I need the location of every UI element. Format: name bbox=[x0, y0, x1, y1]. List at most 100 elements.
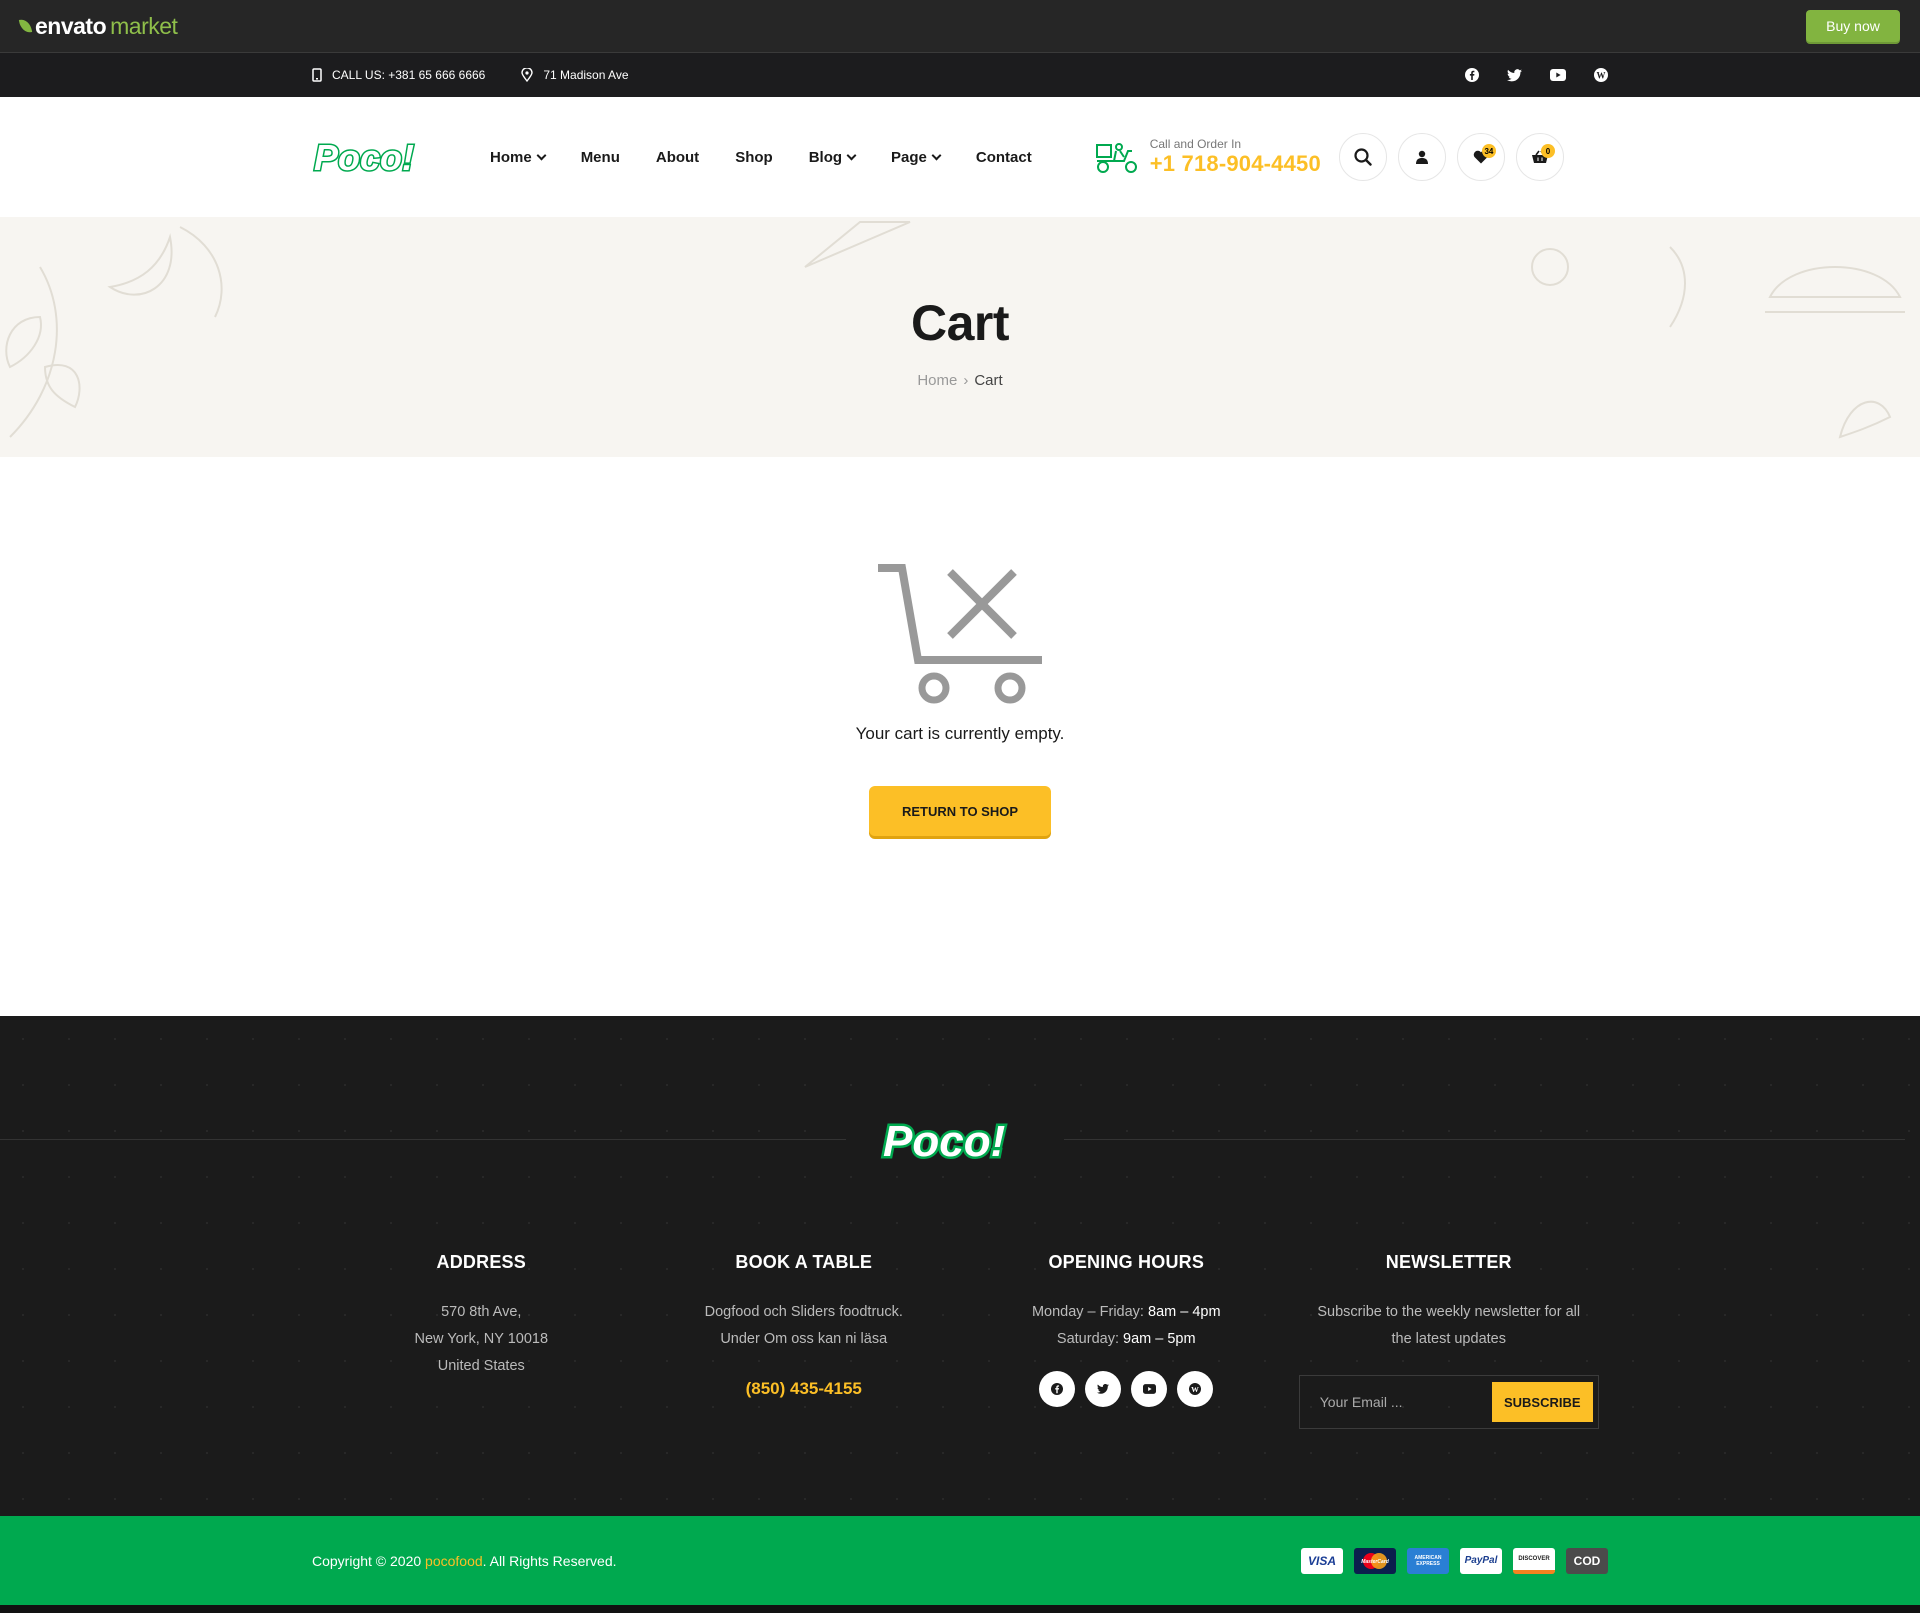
copyright-brand-link[interactable]: pocofood bbox=[425, 1553, 483, 1569]
user-icon bbox=[1415, 150, 1428, 164]
envato-logo[interactable]: envato market bbox=[18, 12, 178, 40]
copyright-suffix: . All Rights Reserved. bbox=[482, 1552, 617, 1569]
address-line: New York, NY 10018 bbox=[414, 1331, 549, 1347]
saturday-time: 9am – 5pm bbox=[1123, 1331, 1196, 1347]
newsletter-text: the latest updates bbox=[1391, 1331, 1506, 1347]
mastercard-icon: MasterCard bbox=[1354, 1547, 1396, 1574]
chevron-down-icon bbox=[931, 150, 942, 160]
discover-icon: DISCOVER bbox=[1513, 1547, 1555, 1574]
hours-heading: OPENING HOURS bbox=[1048, 1252, 1205, 1272]
page-title-band: Cart Home › Cart bbox=[0, 217, 1920, 457]
phone-icon bbox=[312, 68, 322, 82]
paypal-icon: PayPal bbox=[1460, 1547, 1502, 1574]
buy-now-button[interactable]: Buy now bbox=[1806, 10, 1900, 42]
nav-item-about[interactable]: About bbox=[656, 149, 699, 166]
svg-text:MasterCard: MasterCard bbox=[1361, 1559, 1389, 1565]
breadcrumb-current: Cart bbox=[974, 371, 1003, 389]
footer: Poco! ADDRESS 570 8th Ave, New York, NY … bbox=[0, 1016, 1920, 1516]
footer-hours-column: OPENING HOURS Monday – Friday: 8am – 4pm… bbox=[965, 1252, 1288, 1429]
saturday-hours: Saturday: 9am – 5pm bbox=[965, 1326, 1288, 1353]
nav-item-label: Contact bbox=[975, 148, 1032, 166]
subscribe-button[interactable]: SUBSCRIBE bbox=[1491, 1382, 1593, 1422]
envato-bar: envato market Buy now bbox=[0, 0, 1920, 53]
nav-item-label: Blog bbox=[808, 148, 843, 166]
leaf-decoration-icon bbox=[5, 266, 81, 438]
chili-decoration-icon bbox=[107, 226, 223, 318]
topbar-address: 71 Madison Ave bbox=[521, 68, 629, 82]
footer-facebook-icon[interactable] bbox=[1039, 1371, 1076, 1407]
nav-item-contact[interactable]: Contact bbox=[976, 149, 1032, 166]
empty-cart-message: Your cart is currently empty. bbox=[855, 724, 1065, 743]
breadcrumb-separator-icon: › bbox=[963, 371, 969, 389]
youtube-icon[interactable] bbox=[1550, 69, 1566, 81]
newsletter-text: Subscribe to the weekly newsletter for a… bbox=[1317, 1304, 1581, 1320]
newsletter-form: SUBSCRIBE bbox=[1298, 1375, 1599, 1429]
address-line: 570 8th Ave, bbox=[441, 1304, 522, 1320]
nav-item-label: Menu bbox=[580, 148, 620, 166]
amex-icon: AMERICAN EXPRESS bbox=[1407, 1547, 1449, 1574]
nav-item-page[interactable]: Page bbox=[891, 149, 942, 166]
map-pin-icon bbox=[521, 68, 534, 82]
nav-item-shop[interactable]: Shop bbox=[735, 149, 773, 166]
bottom-strip bbox=[0, 1605, 1920, 1613]
envato-leaf-icon bbox=[18, 18, 33, 34]
svg-text:W: W bbox=[1191, 1385, 1199, 1394]
breadcrumb-home-link[interactable]: Home bbox=[917, 372, 957, 389]
pizza-decoration-icon bbox=[804, 221, 911, 268]
breadcrumb: Home › Cart bbox=[917, 372, 1002, 389]
envato-logo-sub: market bbox=[110, 12, 178, 39]
cart-content: Your cart is currently empty. RETURN TO … bbox=[0, 457, 1920, 1016]
svg-text:Poco!: Poco! bbox=[883, 1117, 1005, 1166]
main-nav: Home Menu About Shop Blog Page Contact bbox=[490, 149, 1032, 166]
book-text: Dogfood och Sliders foodtruck. bbox=[704, 1304, 903, 1320]
cart-button[interactable]: 0 bbox=[1515, 133, 1564, 181]
topbar-phone-text: CALL US: +381 65 666 6666 bbox=[332, 68, 486, 82]
page-title: Cart bbox=[910, 294, 1010, 351]
copyright-prefix: Copyright © 2020 bbox=[312, 1552, 426, 1569]
call-order-block[interactable]: Call and Order In +1 718-904-4450 bbox=[1094, 137, 1321, 177]
book-heading: BOOK A TABLE bbox=[735, 1252, 873, 1272]
twitter-icon[interactable] bbox=[1507, 68, 1522, 82]
footer-newsletter-column: NEWSLETTER Subscribe to the weekly newsl… bbox=[1288, 1252, 1611, 1429]
empty-cart-icon bbox=[878, 564, 1042, 704]
book-phone-link[interactable]: (850) 435-4155 bbox=[643, 1375, 966, 1402]
nav-item-menu[interactable]: Menu bbox=[581, 149, 620, 166]
return-to-shop-button[interactable]: RETURN TO SHOP bbox=[869, 786, 1051, 836]
site-logo[interactable]: Poco! bbox=[312, 136, 438, 180]
copyright-text: Copyright © 2020 pocofood. All Rights Re… bbox=[312, 1553, 617, 1569]
account-button[interactable] bbox=[1397, 133, 1446, 181]
footer-logo[interactable]: Poco! bbox=[846, 1110, 1064, 1170]
nav-item-label: Shop bbox=[735, 148, 773, 166]
footer-youtube-icon[interactable] bbox=[1131, 1371, 1168, 1407]
payment-methods: VISA MasterCard AMERICAN EXPRESS PayPal … bbox=[1301, 1547, 1608, 1574]
order-phone[interactable]: +1 718-904-4450 bbox=[1150, 151, 1321, 177]
nav-item-blog[interactable]: Blog bbox=[808, 148, 857, 166]
footer-book-column: BOOK A TABLE Dogfood och Sliders foodtru… bbox=[643, 1252, 966, 1429]
footer-social: W bbox=[965, 1371, 1288, 1407]
svg-text:Poco!: Poco! bbox=[314, 137, 414, 177]
topbar-phone: CALL US: +381 65 666 6666 bbox=[312, 68, 485, 82]
footer-twitter-icon[interactable] bbox=[1085, 1371, 1122, 1407]
delivery-scooter-icon bbox=[1095, 143, 1137, 173]
svg-text:W: W bbox=[1597, 70, 1606, 80]
facebook-icon[interactable] bbox=[1465, 68, 1479, 82]
nav-item-home[interactable]: Home bbox=[490, 149, 547, 166]
weekday-label: Monday – Friday: bbox=[1031, 1304, 1144, 1320]
burger-decoration-icon bbox=[1531, 246, 1905, 328]
saturday-label: Saturday: bbox=[1056, 1331, 1119, 1347]
wordpress-icon[interactable]: W bbox=[1594, 68, 1608, 82]
footer-wordpress-icon[interactable]: W bbox=[1177, 1371, 1214, 1407]
herb-decoration-icon bbox=[1838, 400, 1892, 439]
book-text: Under Om oss kan ni läsa bbox=[720, 1331, 888, 1347]
order-label: Call and Order In bbox=[1149, 137, 1242, 151]
wishlist-button[interactable]: 34 bbox=[1456, 133, 1505, 181]
footer-address-column: ADDRESS 570 8th Ave, New York, NY 10018 … bbox=[320, 1252, 643, 1429]
newsletter-heading: NEWSLETTER bbox=[1385, 1252, 1512, 1272]
weekday-time: 8am – 4pm bbox=[1148, 1304, 1221, 1320]
search-button[interactable] bbox=[1338, 133, 1387, 181]
visa-icon: VISA bbox=[1301, 1547, 1343, 1574]
address-line: United States bbox=[437, 1358, 525, 1374]
newsletter-email-input[interactable] bbox=[1319, 1394, 1480, 1410]
weekday-hours: Monday – Friday: 8am – 4pm bbox=[965, 1299, 1288, 1326]
search-icon bbox=[1354, 148, 1372, 166]
